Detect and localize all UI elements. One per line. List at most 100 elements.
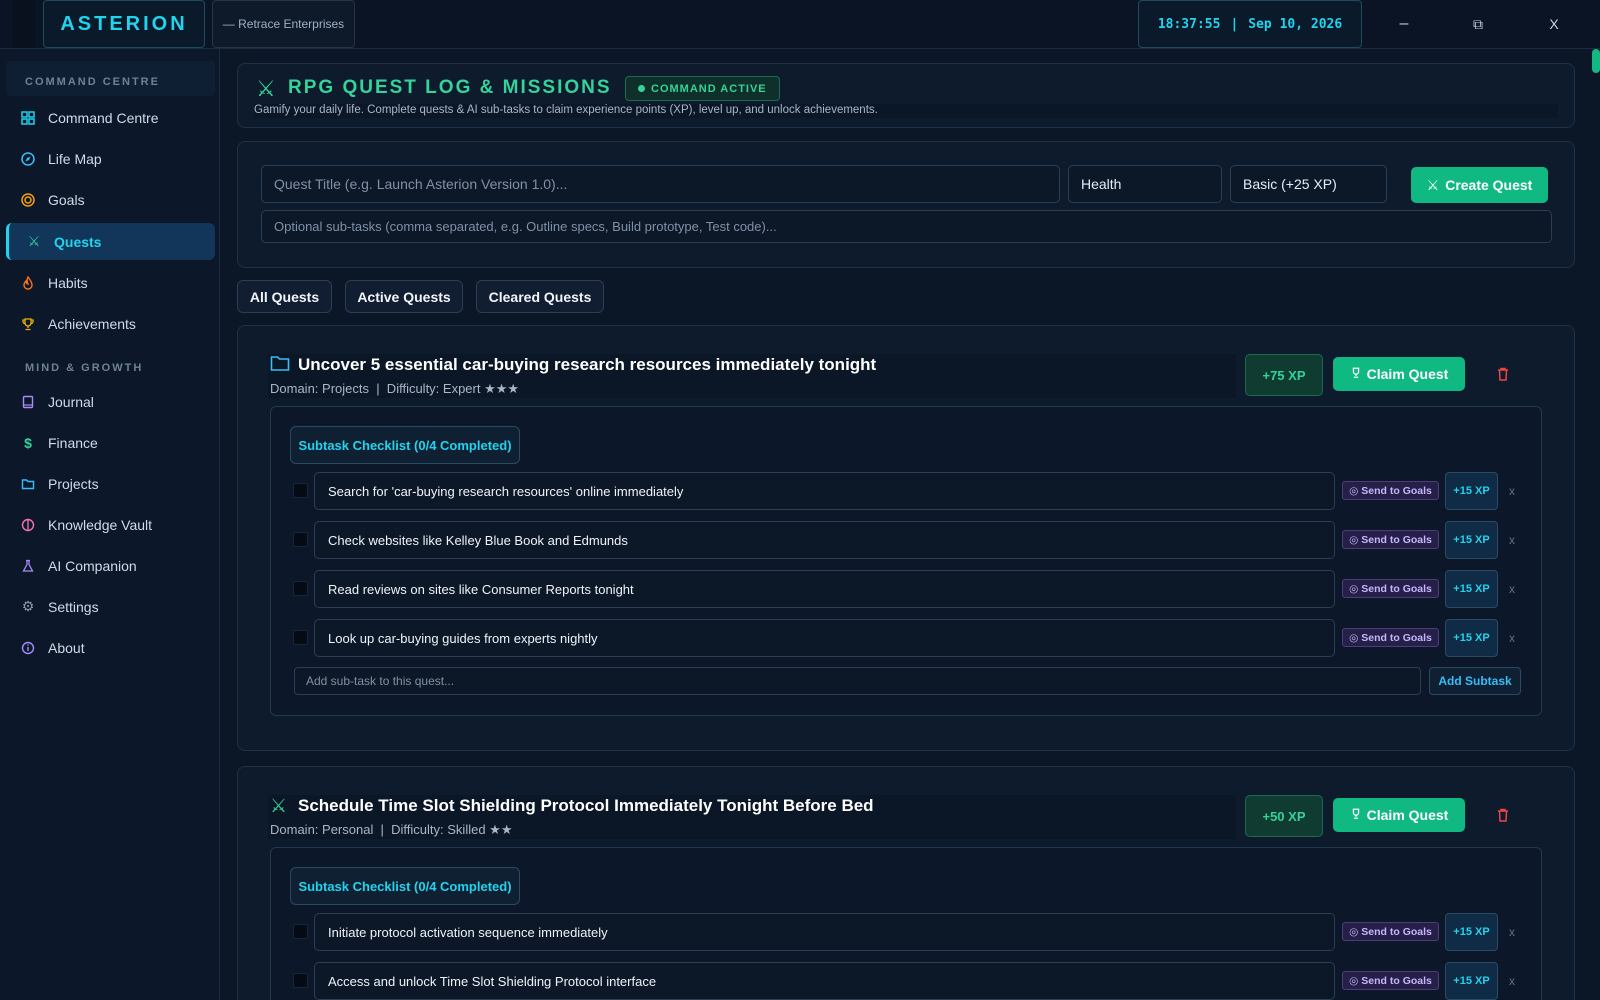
sidebar-item-quests[interactable]: ⚔ Quests: [6, 223, 215, 260]
subtask-checkbox[interactable]: [293, 630, 308, 645]
page-subtitle: Gamify your daily life. Complete quests …: [254, 104, 1558, 118]
add-subtask-input[interactable]: Add sub-task to this quest...: [294, 667, 1421, 695]
book-icon: [20, 394, 36, 410]
subtask-panel: Subtask Checklist (0/4 Completed) Search…: [270, 406, 1542, 716]
quest-xp-badge: +75 XP: [1245, 354, 1323, 396]
sidebar-item-label: Command Centre: [48, 109, 159, 126]
subtask-checkbox[interactable]: [293, 532, 308, 547]
sidebar-item-label: Journal: [48, 393, 94, 410]
subtask-text[interactable]: Search for 'car-buying research resource…: [314, 472, 1335, 510]
scrollbar-thumb[interactable]: [1592, 49, 1600, 73]
main-content: ⚔ RPG QUEST LOG & MISSIONS COMMAND ACTIV…: [221, 49, 1600, 1000]
sidebar-item-label: Finance: [48, 434, 98, 451]
compass-icon: [20, 151, 36, 167]
remove-subtask-button[interactable]: x: [1505, 580, 1519, 598]
status-badge-label: COMMAND ACTIVE: [651, 82, 767, 95]
delete-quest-button[interactable]: [1493, 364, 1513, 384]
subtask-checklist-heading: Subtask Checklist (0/4 Completed): [290, 867, 520, 905]
target-icon: ◎: [1349, 484, 1359, 497]
send-to-goals-label: Send to Goals: [1361, 925, 1432, 938]
remove-subtask-button[interactable]: x: [1505, 629, 1519, 647]
sidebar-item-goals[interactable]: Goals: [6, 181, 215, 218]
target-icon: ◎: [1349, 974, 1359, 987]
sidebar-item-achievements[interactable]: Achievements: [6, 305, 215, 342]
subtask-text[interactable]: Access and unlock Time Slot Shielding Pr…: [314, 962, 1335, 1000]
tab-all-quests[interactable]: All Quests: [237, 280, 332, 313]
sidebar-item-journal[interactable]: Journal: [6, 383, 215, 420]
sidebar-section-mind: MIND & GROWTH: [25, 362, 144, 374]
difficulty-select[interactable]: Basic (+25 XP): [1230, 165, 1387, 203]
tab-cleared-quests[interactable]: Cleared Quests: [476, 280, 604, 313]
remove-subtask-button[interactable]: x: [1505, 531, 1519, 549]
subtask-xp-badge: +15 XP: [1445, 521, 1498, 559]
trash-icon: [1498, 808, 1508, 822]
subtask-checkbox[interactable]: [293, 581, 308, 596]
sidebar-item-knowledge-vault[interactable]: Knowledge Vault: [6, 506, 215, 543]
subtask-text[interactable]: Read reviews on sites like Consumer Repo…: [314, 570, 1335, 608]
send-to-goals-button[interactable]: ◎ Send to Goals: [1342, 579, 1439, 598]
flask-icon: [20, 558, 36, 574]
subtasks-input[interactable]: Optional sub-tasks (comma separated, e.g…: [261, 210, 1552, 243]
gear-icon: ⚙: [21, 598, 35, 614]
clock-date: Sep 10, 2026: [1248, 16, 1343, 32]
send-to-goals-button[interactable]: ◎ Send to Goals: [1342, 530, 1439, 549]
close-button[interactable]: X: [1540, 10, 1568, 38]
sidebar-item-about[interactable]: About: [6, 629, 215, 666]
subtask-checkbox[interactable]: [293, 924, 308, 939]
delete-quest-button[interactable]: [1493, 805, 1513, 825]
quest-card: Uncover 5 essential car-buying research …: [237, 325, 1575, 751]
subtask-row: Read reviews on sites like Consumer Repo…: [293, 570, 1525, 608]
remove-subtask-button[interactable]: x: [1505, 482, 1519, 500]
sidebar-item-label: Projects: [48, 475, 99, 492]
sidebar-item-label: About: [48, 639, 85, 656]
page-title: RPG QUEST LOG & MISSIONS: [288, 77, 612, 98]
tab-active-quests[interactable]: Active Quests: [345, 280, 463, 313]
add-subtask-button[interactable]: Add Subtask: [1429, 667, 1521, 695]
sidebar-item-label: Quests: [54, 233, 102, 250]
send-to-goals-label: Send to Goals: [1361, 974, 1432, 987]
sidebar-item-settings[interactable]: ⚙ Settings: [6, 588, 215, 625]
folder-icon: [270, 354, 290, 377]
subtask-checkbox[interactable]: [293, 973, 308, 988]
claim-quest-button[interactable]: Claim Quest: [1333, 357, 1465, 391]
sidebar-item-habits[interactable]: Habits: [6, 264, 215, 301]
claim-quest-button[interactable]: Claim Quest: [1333, 798, 1465, 832]
subtask-text[interactable]: Check websites like Kelley Blue Book and…: [314, 521, 1335, 559]
sidebar-item-finance[interactable]: $ Finance: [6, 424, 215, 461]
target-icon: ◎: [1349, 533, 1359, 546]
remove-subtask-button[interactable]: x: [1505, 972, 1519, 990]
titlebar-spacer: [12, 0, 36, 48]
trophy-icon: [1350, 807, 1362, 823]
restore-button[interactable]: ⧉: [1464, 10, 1492, 38]
minimize-button[interactable]: –: [1390, 10, 1418, 38]
subtask-row: Look up car-buying guides from experts n…: [293, 619, 1525, 657]
send-to-goals-button[interactable]: ◎ Send to Goals: [1342, 971, 1439, 990]
quest-xp-badge: +50 XP: [1245, 795, 1323, 837]
sidebar-item-ai-companion[interactable]: AI Companion: [6, 547, 215, 584]
claim-quest-label: Claim Quest: [1366, 366, 1449, 382]
trash-icon: [1498, 367, 1508, 381]
subtask-xp-badge: +15 XP: [1445, 913, 1498, 951]
sidebar-item-projects[interactable]: Projects: [6, 465, 215, 502]
claim-quest-label: Claim Quest: [1366, 807, 1449, 823]
create-quest-label: Create Quest: [1445, 177, 1533, 193]
send-to-goals-button[interactable]: ◎ Send to Goals: [1342, 628, 1439, 647]
send-to-goals-button[interactable]: ◎ Send to Goals: [1342, 922, 1439, 941]
sidebar-item-command-centre[interactable]: Command Centre: [6, 99, 215, 136]
remove-subtask-button[interactable]: x: [1505, 923, 1519, 941]
domain-select[interactable]: Health: [1068, 165, 1222, 203]
subtask-row: Initiate protocol activation sequence im…: [293, 913, 1525, 951]
subtask-xp-badge: +15 XP: [1445, 472, 1498, 510]
page-header: ⚔ RPG QUEST LOG & MISSIONS COMMAND ACTIV…: [237, 63, 1575, 128]
subtask-checkbox[interactable]: [293, 483, 308, 498]
swords-icon: ⚔: [27, 233, 41, 249]
subtask-text[interactable]: Look up car-buying guides from experts n…: [314, 619, 1335, 657]
quest-meta: Domain: Personal | Difficulty: Skilled ★…: [270, 822, 513, 837]
create-quest-button[interactable]: ⚔ Create Quest: [1411, 167, 1548, 203]
clock-separator: |: [1230, 16, 1239, 32]
quest-title-input[interactable]: Quest Title (e.g. Launch Asterion Versio…: [261, 165, 1060, 203]
send-to-goals-button[interactable]: ◎ Send to Goals: [1342, 481, 1439, 500]
sidebar-item-life-map[interactable]: Life Map: [6, 140, 215, 177]
subtask-text[interactable]: Initiate protocol activation sequence im…: [314, 913, 1335, 951]
clock-time: 18:37:55: [1157, 16, 1221, 32]
